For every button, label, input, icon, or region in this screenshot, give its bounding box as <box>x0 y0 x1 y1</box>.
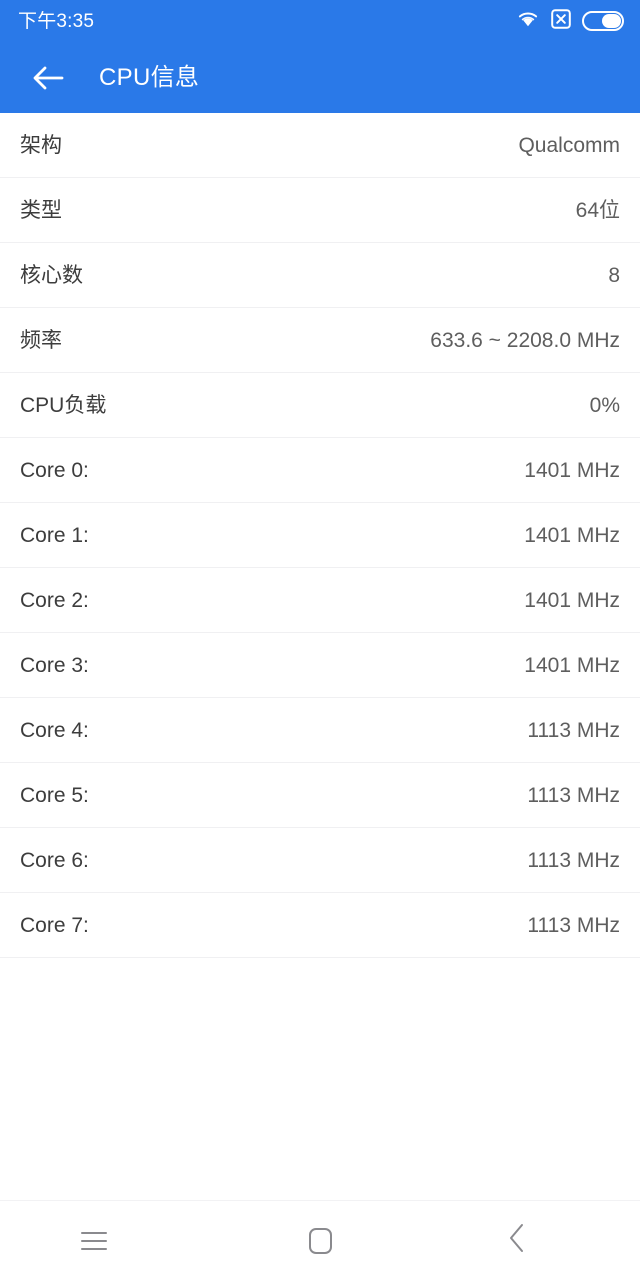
home-icon <box>308 1227 332 1254</box>
row-value: 8 <box>608 263 620 287</box>
table-row[interactable]: Core 5: 1113 MHz <box>0 763 640 828</box>
table-row[interactable]: Core 0: 1401 MHz <box>0 438 640 503</box>
row-value: 1113 MHz <box>527 848 620 872</box>
row-label: Core 0: <box>20 458 89 482</box>
table-row[interactable]: 频率 633.6 ~ 2208.0 MHz <box>0 308 640 373</box>
table-row[interactable]: Core 3: 1401 MHz <box>0 633 640 698</box>
back-icon <box>508 1223 526 1258</box>
row-value: 1401 MHz <box>524 458 620 482</box>
row-label: CPU负载 <box>20 393 107 417</box>
status-icons <box>516 8 624 34</box>
nav-home-button[interactable] <box>188 1201 452 1280</box>
table-row[interactable]: 架构 Qualcomm <box>0 113 640 178</box>
page-title: CPU信息 <box>99 63 200 91</box>
row-value: Qualcomm <box>518 133 620 157</box>
row-label: 核心数 <box>20 263 83 287</box>
wifi-icon <box>516 10 540 33</box>
row-value: 1113 MHz <box>527 913 620 937</box>
table-row[interactable]: Core 2: 1401 MHz <box>0 568 640 633</box>
nav-back-button[interactable] <box>452 1201 640 1280</box>
row-value: 1113 MHz <box>527 718 620 742</box>
table-row[interactable]: Core 4: 1113 MHz <box>0 698 640 763</box>
cpu-info-list: 架构 Qualcomm 类型 64位 核心数 8 频率 633.6 ~ 2208… <box>0 113 640 958</box>
row-label: 架构 <box>20 133 62 157</box>
row-label: Core 6: <box>20 848 89 872</box>
status-bar: 下午3:35 <box>0 0 640 42</box>
row-label: Core 5: <box>20 783 89 807</box>
app-bar: CPU信息 <box>0 42 640 113</box>
table-row[interactable]: Core 6: 1113 MHz <box>0 828 640 893</box>
row-value: 633.6 ~ 2208.0 MHz <box>430 328 620 352</box>
row-value: 1113 MHz <box>527 783 620 807</box>
table-row[interactable]: 类型 64位 <box>0 178 640 243</box>
row-label: 频率 <box>20 328 62 352</box>
row-label: 类型 <box>20 198 62 222</box>
row-value: 1401 MHz <box>524 588 620 612</box>
row-label: Core 1: <box>20 523 89 547</box>
system-navigation-bar <box>0 1200 640 1280</box>
row-value: 1401 MHz <box>524 653 620 677</box>
row-label: Core 4: <box>20 718 89 742</box>
row-label: Core 3: <box>20 653 89 677</box>
battery-icon <box>582 11 624 31</box>
row-label: Core 2: <box>20 588 89 612</box>
row-label: Core 7: <box>20 913 89 937</box>
table-row[interactable]: CPU负载 0% <box>0 373 640 438</box>
status-time: 下午3:35 <box>18 10 95 32</box>
table-row[interactable]: 核心数 8 <box>0 243 640 308</box>
row-value: 0% <box>589 393 620 417</box>
no-sim-icon <box>551 8 571 34</box>
table-row[interactable]: Core 7: 1113 MHz <box>0 893 640 958</box>
back-arrow-icon[interactable] <box>28 58 68 98</box>
menu-icon <box>81 1231 107 1250</box>
row-value: 1401 MHz <box>524 523 620 547</box>
nav-menu-button[interactable] <box>0 1201 188 1280</box>
row-value: 64位 <box>575 198 620 222</box>
table-row[interactable]: Core 1: 1401 MHz <box>0 503 640 568</box>
